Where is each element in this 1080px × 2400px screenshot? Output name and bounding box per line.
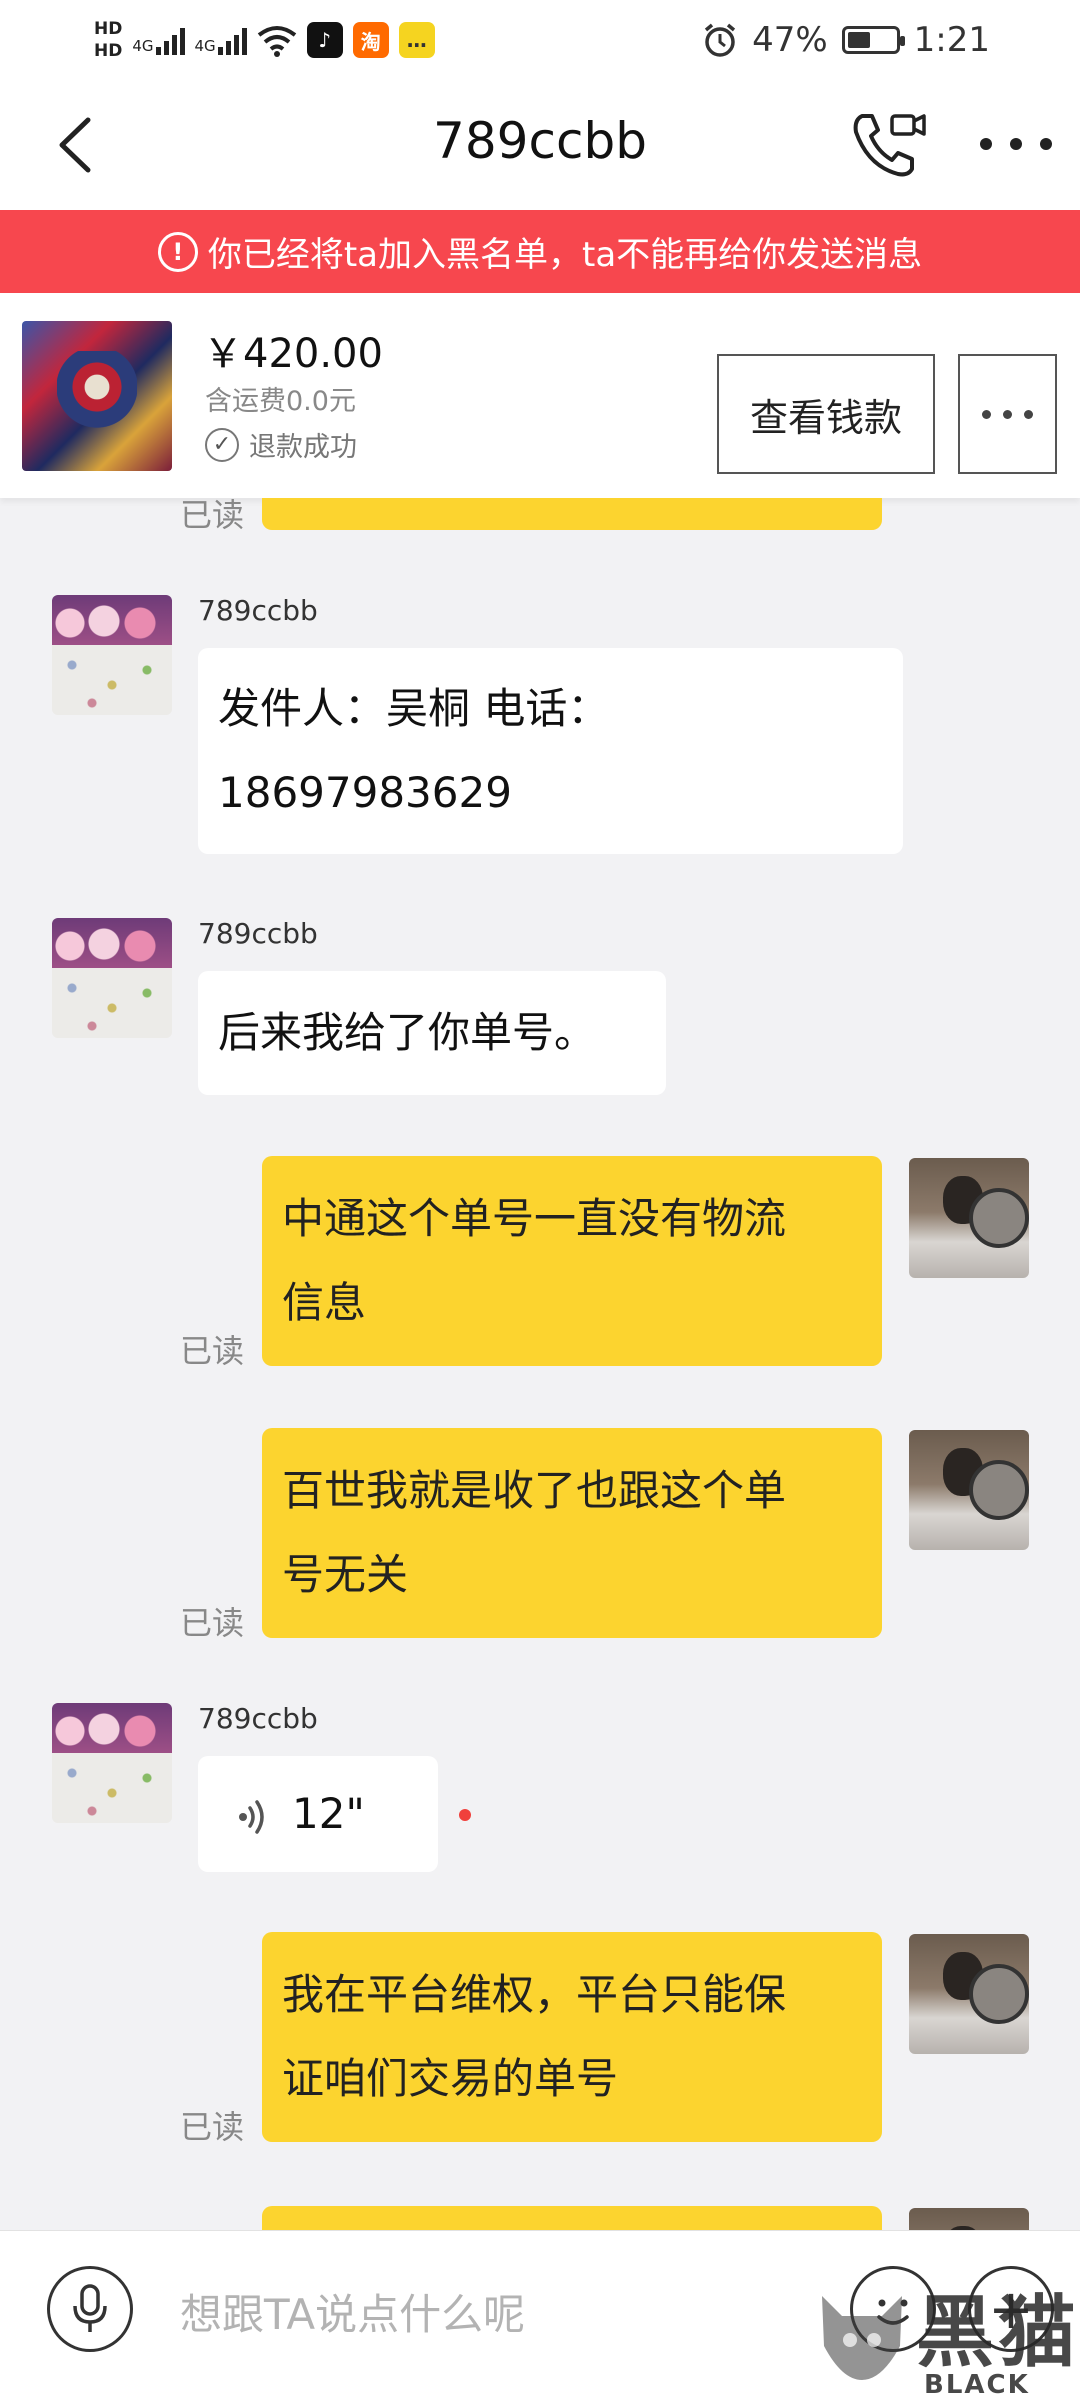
refund-status: ✓ 退款成功 <box>205 425 357 464</box>
product-price: ￥420.00 <box>203 331 383 377</box>
more-options-icon[interactable] <box>980 114 1052 174</box>
message-bubble-incoming[interactable]: 发件人：吴桐 电话： 18697983629 <box>198 648 903 854</box>
chat-list[interactable]: 已读 789ccbb 发件人：吴桐 电话： 18697983629 789ccb… <box>0 498 1080 2230</box>
contact-avatar[interactable] <box>52 918 172 1038</box>
user-avatar[interactable] <box>909 1158 1029 1278</box>
unread-dot <box>459 1809 471 1821</box>
sender-name: 789ccbb <box>198 917 318 950</box>
message-line: 后来我给了你单号。 <box>218 1008 597 1057</box>
clock: 1:21 <box>913 20 990 60</box>
status-bar: HD HD 4G 4G ♪ 淘 … 47% 1:21 <box>0 0 1080 80</box>
message-line: 证咱们交易的单号 <box>282 2054 619 2103</box>
microphone-icon <box>73 2284 107 2332</box>
emoji-icon <box>877 2299 909 2325</box>
view-payment-button[interactable]: 查看钱款 <box>717 354 935 474</box>
message-line: 中通这个单号一直没有物流 <box>282 1194 787 1243</box>
message-line: 发件人：吴桐 电话： <box>218 684 610 733</box>
status-bar-right: 47% 1:21 <box>702 14 990 66</box>
voice-duration: 12" <box>292 1789 365 1838</box>
user-avatar[interactable] <box>909 1430 1029 1550</box>
plus-icon: + <box>988 2277 1034 2341</box>
emoji-button[interactable] <box>850 2266 936 2352</box>
product-image[interactable] <box>22 321 172 471</box>
blacklist-banner-text: 你已经将ta加入黑名单，ta不能再给你发送消息 <box>207 235 923 275</box>
chat-icon: … <box>398 22 435 58</box>
sender-name: 789ccbb <box>198 594 318 627</box>
refund-status-text: 退款成功 <box>249 432 357 463</box>
status-bar-left: HD HD 4G 4G ♪ 淘 … <box>94 10 435 70</box>
message-input[interactable]: 想跟TA说点什么呢 <box>180 2281 525 2342</box>
warning-icon: ! <box>157 231 198 272</box>
voice-message-bubble[interactable]: 12" <box>198 1756 438 1872</box>
read-receipt: 已读 <box>180 2108 245 2146</box>
tiktok-icon: ♪ <box>306 22 343 58</box>
contact-avatar[interactable] <box>52 595 172 715</box>
alarm-icon <box>704 23 736 57</box>
blacklist-banner: ! 你已经将ta加入黑名单，ta不能再给你发送消息 <box>0 210 1080 293</box>
taobao-icon: 淘 <box>352 22 389 58</box>
hd-label-2: HD <box>94 41 123 61</box>
hd-label-1: HD <box>94 19 123 39</box>
read-receipt: 已读 <box>180 1332 245 1370</box>
message-line: 18697983629 <box>218 768 512 817</box>
message-bubble-outgoing[interactable]: 中通这个单号一直没有物流 信息 <box>262 1156 882 1366</box>
add-button[interactable]: + <box>968 2266 1054 2352</box>
battery-percent: 47% <box>752 20 828 60</box>
message-line: 百世我就是收了也跟这个单 <box>282 1466 787 1515</box>
message-bubble-outgoing[interactable] <box>262 2206 882 2230</box>
battery-icon <box>841 26 905 54</box>
message-line: 我在平台维权，平台只能保 <box>282 1970 787 2019</box>
message-line: 号无关 <box>282 1550 409 1599</box>
hd-indicator: HD HD <box>94 18 122 62</box>
user-avatar[interactable] <box>909 1934 1029 2054</box>
message-bubble-incoming[interactable]: 后来我给了你单号。 <box>198 971 666 1095</box>
read-receipt: 已读 <box>180 1604 245 1642</box>
check-circle-icon: ✓ <box>205 427 239 462</box>
microphone-button[interactable] <box>47 2266 133 2352</box>
header: 789ccbb <box>0 80 1080 210</box>
call-icon[interactable] <box>848 108 928 180</box>
user-avatar[interactable] <box>909 2208 1029 2230</box>
message-bubble-outgoing[interactable]: 我在平台维权，平台只能保 证咱们交易的单号 <box>262 1932 882 2142</box>
product-shipping: 含运费0.0元 <box>205 386 356 417</box>
product-card[interactable]: ￥420.00 含运费0.0元 ✓ 退款成功 查看钱款 <box>0 293 1080 498</box>
wifi-icon <box>257 26 296 57</box>
sender-name: 789ccbb <box>198 1702 318 1735</box>
product-more-button[interactable] <box>958 354 1057 474</box>
signal-icon-2: 4G <box>195 25 247 55</box>
voice-wave-icon <box>239 1799 264 1834</box>
signal-icon-1: 4G <box>132 25 185 55</box>
read-receipt: 已读 <box>180 498 245 534</box>
message-line: 信息 <box>282 1278 367 1327</box>
input-bar: 想跟TA说点什么呢 + <box>0 2230 1080 2400</box>
contact-avatar[interactable] <box>52 1703 172 1823</box>
message-bubble-outgoing[interactable]: 百世我就是收了也跟这个单 号无关 <box>262 1428 882 1638</box>
message-bubble-outgoing[interactable] <box>262 498 882 530</box>
